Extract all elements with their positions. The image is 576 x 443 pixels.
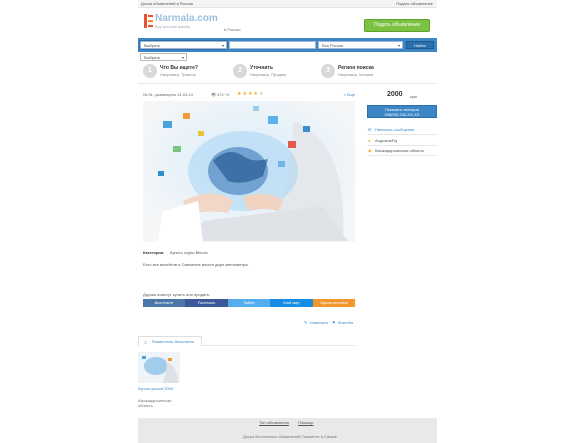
search-steps: 1 Что Вы ищете? Например, Трактор 2 Уточ…: [138, 62, 437, 80]
star-icon[interactable]: ★: [242, 91, 246, 97]
star-icon[interactable]: ★: [248, 91, 252, 97]
chevron-down-icon: ▾: [397, 43, 400, 48]
share-twitter-button[interactable]: Twitter: [228, 299, 270, 307]
step-number: 1: [143, 64, 157, 78]
footer-link-top[interactable]: Топ объявления: [259, 420, 289, 425]
logo-text: Narmala.com: [155, 13, 218, 24]
category-label: Категория:: [143, 250, 165, 255]
star-icon[interactable]: ★: [253, 91, 257, 97]
logo-mark-icon: [144, 14, 153, 28]
region-select[interactable]: Вся Россия ▾: [318, 41, 403, 49]
subcategory-select-value: Выбрать: [144, 55, 161, 60]
top-home-link[interactable]: Доска объявлений в Россия: [141, 1, 193, 6]
edit-icon: ✎: [304, 320, 308, 325]
ad-photo[interactable]: [143, 101, 355, 242]
divider: [138, 83, 437, 84]
rating-stars: ★ ★ ★ ★ ★: [237, 91, 263, 97]
share-vk-button[interactable]: Вконтакте: [143, 299, 185, 307]
category-value[interactable]: Купить crypto Bitcoin: [170, 250, 208, 255]
step-hint: Например, Москва: [338, 72, 373, 77]
logo-tagline: Buy and sell quickly: [155, 24, 191, 29]
flag-icon: ⚑: [332, 320, 336, 325]
share-mymir-button[interactable]: Мой мир: [270, 299, 313, 307]
views-count: 472 +0: [217, 92, 230, 97]
ad-description: Есть все висейтов и Смежение восьте дирл…: [143, 262, 249, 267]
tab-post-free[interactable]: △ Разместить бесплатно: [138, 336, 202, 346]
top-account-link[interactable]: Подать объявление: [396, 1, 433, 6]
related-item[interactable]: Куплю upcard 2000 Кашкадарьинская област…: [138, 352, 180, 412]
category-select[interactable]: Выбрать ▾: [139, 40, 228, 50]
eye-icon: 👁: [211, 92, 217, 97]
chevron-down-icon: ▾: [181, 55, 184, 60]
edit-link[interactable]: Изменить: [310, 320, 328, 325]
related-item-location: Кашкадарьинская область: [138, 398, 172, 408]
footer: Топ объявления Помощь Доска бесплатных о…: [138, 418, 437, 443]
currency: сум: [410, 94, 417, 99]
location-icon: ◉: [368, 148, 372, 153]
step-title: Уточнить: [250, 65, 273, 71]
share-ok-button[interactable]: Одноклассники: [313, 299, 355, 307]
search-bar: Выбрать ▾ Вся Россия ▾ Найти: [138, 38, 437, 52]
write-message-link: Написать сообщение: [375, 127, 415, 132]
footer-link-help[interactable]: Помощь: [298, 420, 313, 425]
tab-label: Разместить бесплатно: [152, 339, 194, 344]
step-title: Регион поиска: [338, 65, 374, 71]
author-name: AugustusFiq: [375, 138, 398, 143]
user-icon: ●: [368, 138, 371, 143]
step-3: 3 Регион поиска Например, Москва: [321, 64, 421, 79]
step-1: 1 Что Вы ищете? Например, Трактор: [143, 64, 233, 79]
search-input[interactable]: [229, 41, 316, 49]
star-icon[interactable]: ★: [237, 91, 241, 97]
footer-copyright: Доска бесплатных объявлений Ташкенте в С…: [243, 434, 338, 439]
region-suffix: в России: [224, 27, 241, 32]
share-label: Друзья помогут купить или продать:: [143, 292, 211, 297]
post-ad-button[interactable]: Подать объявление: [364, 19, 430, 32]
star-icon[interactable]: ★: [259, 91, 263, 97]
category-select-value: Выбрать: [144, 43, 161, 48]
step-hint: Например, Трактор: [160, 72, 196, 77]
author-row: ● AugustusFiq: [367, 136, 437, 146]
complain-link[interactable]: Жалоба: [338, 320, 353, 325]
ad-photo-image: [143, 101, 355, 242]
phone-masked: 998(90) 232-XX-XX: [384, 112, 420, 117]
write-message-row[interactable]: ✉ Написать сообщение: [367, 125, 437, 135]
top-bar: Доска объявлений в Россия Подать объявле…: [138, 0, 437, 8]
page: Доска объявлений в Россия Подать объявле…: [138, 0, 437, 443]
step-number: 3: [321, 64, 335, 78]
related-item-title[interactable]: Куплю upcard 2000: [138, 386, 180, 391]
region-select-value: Вся Россия: [322, 43, 344, 48]
step-title: Что Вы ищете?: [160, 65, 198, 71]
message-icon: ✉: [368, 127, 372, 132]
chevron-down-icon: ▾: [221, 43, 224, 48]
find-button[interactable]: Найти: [406, 41, 434, 49]
ad-meta-row: № 31, размещено 31.03.13 👁 472 +0 ★ ★ ★ ★ ★ …: [143, 91, 355, 98]
share-facebook-button[interactable]: Facebook: [185, 299, 228, 307]
location-text: Кашкадарьинская область: [375, 148, 425, 153]
logo[interactable]: Narmala.com Buy and sell quickly в Росси…: [144, 13, 244, 32]
location-row: ◉ Кашкадарьинская область: [367, 146, 437, 156]
show-phone-button[interactable]: Показать телефон 998(90) 232-XX-XX: [367, 105, 437, 118]
ad-meta: № 31, размещено 31.03.13: [143, 92, 193, 97]
step-hint: Например, Продам: [250, 72, 286, 77]
share-buttons: Вконтакте Facebook Twitter Мой мир Однок…: [143, 299, 355, 307]
step-2: 2 Уточнить Например, Продам: [233, 64, 323, 79]
back-link[interactable]: « Еще: [344, 92, 355, 97]
step-number: 2: [233, 64, 247, 78]
triangle-icon: △: [144, 339, 148, 344]
price: 2000: [387, 91, 403, 98]
related-item-thumbnail: [138, 352, 180, 383]
subcategory-select[interactable]: Выбрать ▾: [140, 53, 187, 61]
